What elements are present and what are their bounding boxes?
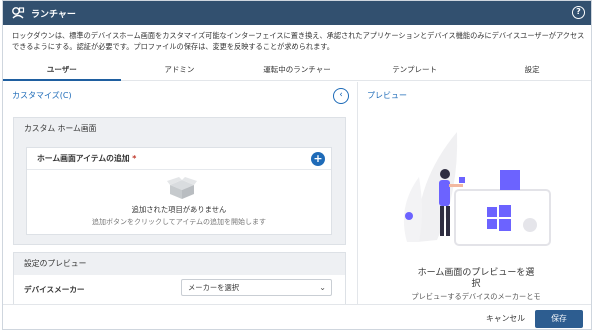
- custom-home-screen-title: カスタム ホーム画面: [14, 118, 345, 140]
- empty-preview-title: ホーム画面のプレビューを選 択: [417, 268, 535, 289]
- save-button[interactable]: 保存: [535, 310, 583, 328]
- empty-box-icon: [167, 177, 197, 199]
- question-circle-icon[interactable]: ?: [572, 6, 585, 19]
- custom-home-screen-panel: カスタム ホーム画面 ホーム画面アイテムの追加 * + 追加された項目がありませ…: [13, 117, 346, 245]
- device-maker-value: メーカーを選択: [188, 283, 240, 292]
- windows-logo-icon: [487, 205, 511, 231]
- settings-preview-title: 設定のプレビュー: [14, 253, 345, 275]
- empty-items-title: 追加された項目がありません: [131, 205, 227, 214]
- device-maker-label: デバイスメーカー: [24, 285, 85, 294]
- tab-bar: ユーザー アドミン 運転中のランチャー テンプレート 設定: [3, 61, 591, 81]
- dialog-footer: キャンセル 保存: [3, 304, 591, 329]
- required-mark: *: [132, 154, 137, 163]
- tab-settings[interactable]: 設定: [473, 61, 591, 80]
- device-maker-select[interactable]: メーカーを選択 ⌄: [181, 279, 332, 296]
- tab-templates[interactable]: テンプレート: [356, 61, 474, 80]
- empty-items-subtitle: 追加ボタンをクリックしてアイテムの追加を開始します: [91, 218, 267, 226]
- add-items-header: ホーム画面アイテムの追加 *: [27, 148, 331, 170]
- empty-preview-subtitle: プレビューするデバイスのメーカーとモ: [411, 292, 541, 301]
- launcher-app-icon: [12, 7, 25, 19]
- preview-pane: プレビュー ホーム画面のプレビューを選 択 プレビューするデバイスのメーカーとモ: [359, 82, 591, 304]
- launcher-dialog: ランチャー ? ロックダウンは、標準のデバイスホーム画面をカスタマイズ可能なイン…: [2, 0, 592, 330]
- preview-title: プレビュー: [367, 91, 407, 100]
- tab-users[interactable]: ユーザー: [3, 61, 121, 81]
- window-title: ランチャー: [31, 9, 76, 20]
- tab-admin[interactable]: アドミン: [121, 61, 239, 80]
- title-bar: ランチャー ?: [3, 1, 591, 25]
- plus-icon[interactable]: +: [311, 152, 325, 166]
- customize-pane: カスタマイズ(C) ‹ カスタム ホーム画面 ホーム画面アイテムの追加 * + …: [3, 82, 358, 304]
- chevron-down-icon: ⌄: [319, 283, 326, 292]
- settings-preview-panel: 設定のプレビュー デバイスメーカー メーカーを選択 ⌄: [13, 252, 346, 304]
- cancel-button[interactable]: キャンセル: [486, 311, 525, 327]
- home-screen-items-card: ホーム画面アイテムの追加 * + 追加された項目がありません 追加ボタンをクリッ…: [26, 147, 332, 235]
- description-text: ロックダウンは、標準のデバイスホーム画面をカスタマイズ可能なインターフェイスに置…: [12, 31, 585, 51]
- tab-running-launcher[interactable]: 運転中のランチャー: [238, 61, 356, 80]
- customize-link[interactable]: カスタマイズ(C): [12, 90, 72, 101]
- preview-illustration: [403, 132, 551, 246]
- add-items-title: ホーム画面アイテムの追加: [37, 154, 130, 163]
- chevron-left-icon[interactable]: ‹: [333, 88, 349, 104]
